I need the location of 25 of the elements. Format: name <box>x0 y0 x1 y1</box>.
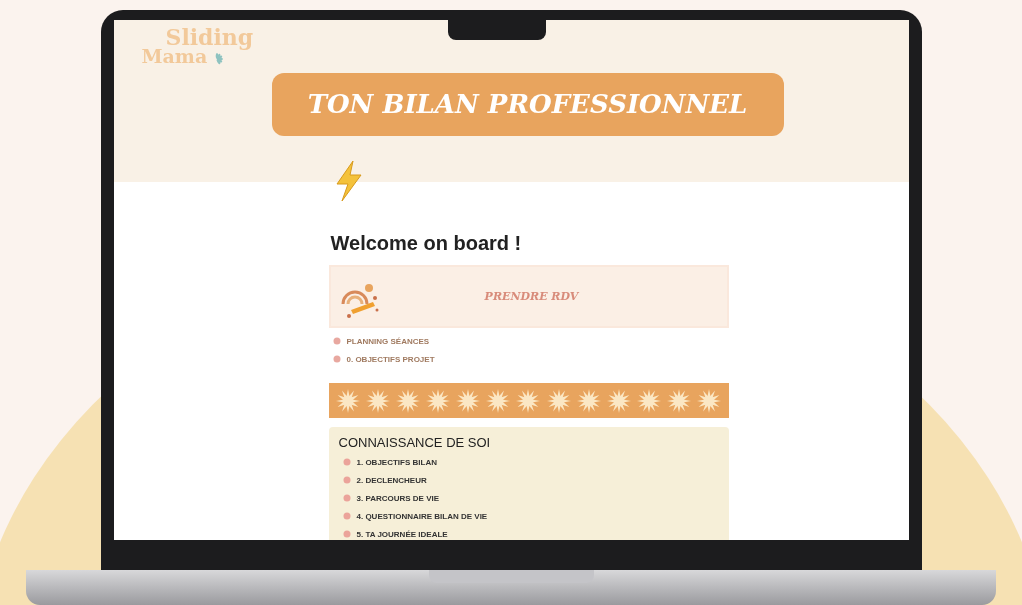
page-link[interactable]: 3. PARCOURS DE VIE <box>356 493 440 503</box>
sun-icon <box>636 388 661 413</box>
logo-text: Mama <box>141 47 208 65</box>
sun-icon <box>697 388 722 413</box>
sun-icon <box>335 388 360 413</box>
title-banner: TON BILAN PROFESSIONNEL <box>271 72 784 136</box>
page-link[interactable]: 5. TA JOURNÉE IDEALE <box>356 529 448 539</box>
sun-icon <box>486 388 511 413</box>
page-heading: Welcome on board ! <box>330 232 523 255</box>
page-link[interactable]: 0. OBJECTIFS PROJET <box>346 354 435 364</box>
page-link[interactable]: 4. QUESTIONNAIRE BILAN DE VIE <box>356 511 488 521</box>
section-title: CONNAISSANCE DE SOI <box>338 435 492 450</box>
sun-icon <box>426 388 450 413</box>
sun-icon <box>395 388 420 413</box>
page-link[interactable]: PLANNING SÉANCES <box>346 336 430 346</box>
sun-icon <box>667 388 692 413</box>
logo-text: Sliding <box>165 28 255 48</box>
page-link[interactable]: 1. OBJECTIFS BILAN <box>356 457 437 467</box>
sun-icon <box>546 388 571 413</box>
sun-icon <box>365 388 390 413</box>
page-link[interactable]: 2. DECLENCHEUR <box>356 475 427 485</box>
sun-icon <box>516 388 541 413</box>
sun-icon <box>456 388 481 413</box>
sun-icon <box>576 388 601 413</box>
sun-icon <box>606 388 631 413</box>
